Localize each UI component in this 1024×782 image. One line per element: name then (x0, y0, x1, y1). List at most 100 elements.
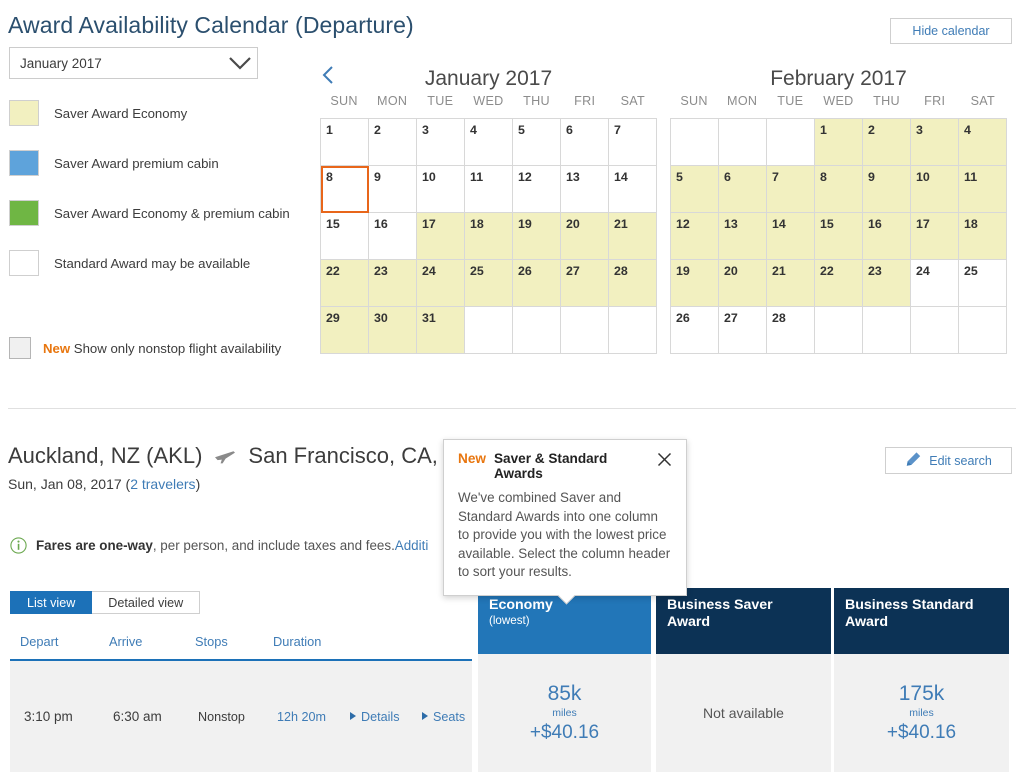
calendar-day-cell[interactable]: 18 (465, 213, 513, 260)
calendar-day-cell[interactable]: 23 (369, 260, 417, 307)
results-table-header: Depart Arrive Stops Duration (10, 632, 472, 661)
calendar-day-cell[interactable]: 9 (369, 166, 417, 213)
calendar-day-cell[interactable]: 2 (369, 119, 417, 166)
calendar-day-cell[interactable]: 21 (767, 260, 815, 307)
calendar-day-cell[interactable]: 5 (671, 166, 719, 213)
calendar-day-cell[interactable]: 23 (863, 260, 911, 307)
calendar-day-cell[interactable]: 7 (767, 166, 815, 213)
nonstop-filter-row[interactable]: New Show only nonstop flight availabilit… (9, 337, 281, 359)
calendar-day-cell[interactable]: 8 (815, 166, 863, 213)
details-link[interactable]: Details (350, 710, 400, 724)
travelers-link[interactable]: 2 travelers (130, 476, 195, 492)
calendar-day-cell[interactable]: 29 (321, 307, 369, 354)
fare-cash: +$40.16 (886, 721, 957, 743)
calendar-grid: 1 2 3 4 5 6 7 8 9 10 11 12 13 14 15 16 17 18 19 20 21 22 23 24 2… (670, 118, 1007, 354)
calendar-day-cell[interactable]: 1 (815, 119, 863, 166)
calendar-day-cell[interactable]: 4 (465, 119, 513, 166)
calendar-day-number: 14 (614, 170, 628, 184)
calendar-day-cell[interactable]: 20 (561, 213, 609, 260)
column-header-depart[interactable]: Depart (20, 634, 58, 649)
calendar-day-cell[interactable]: 7 (609, 119, 657, 166)
tab-list-view[interactable]: List view (10, 591, 93, 614)
calendar-day-cell[interactable]: 4 (959, 119, 1007, 166)
calendar-day-cell[interactable]: 6 (561, 119, 609, 166)
calendar-day-cell[interactable]: 3 (911, 119, 959, 166)
calendar-day-cell[interactable]: 24 (417, 260, 465, 307)
calendar-day-cell[interactable]: 28 (767, 307, 815, 354)
fare-column-header[interactable]: Business Standard Award (834, 588, 1009, 654)
calendar-day-cell[interactable]: 25 (465, 260, 513, 307)
calendar-day-number: 29 (326, 311, 340, 325)
calendar-day-cell[interactable]: 17 (417, 213, 465, 260)
calendar-day-cell[interactable]: 2 (863, 119, 911, 166)
fare-column-business-standard: Business Standard Award 175k miles +$40.16 (834, 588, 1010, 772)
calendar-day-cell[interactable]: 13 (719, 213, 767, 260)
calendar-day-cell[interactable]: 20 (719, 260, 767, 307)
calendar-day-cell[interactable]: 24 (911, 260, 959, 307)
fare-column-header[interactable]: Business Saver Award (656, 588, 831, 654)
calendar-day-cell[interactable]: 17 (911, 213, 959, 260)
calendar-day-cell[interactable]: 8 (321, 166, 369, 213)
edit-search-button[interactable]: Edit search (885, 447, 1012, 474)
calendar-day-cell[interactable]: 26 (513, 260, 561, 307)
day-of-week-label: THU (873, 94, 900, 108)
calendar-day-cell[interactable]: 28 (609, 260, 657, 307)
calendar-day-cell[interactable]: 14 (767, 213, 815, 260)
calendar-day-cell[interactable]: 27 (561, 260, 609, 307)
calendar-day-cell[interactable]: 25 (959, 260, 1007, 307)
calendar-day-cell[interactable]: 13 (561, 166, 609, 213)
seats-link[interactable]: Seats (422, 710, 465, 724)
calendar-day-number: 24 (422, 264, 436, 278)
legend-swatch (9, 100, 39, 126)
calendar-day-number: 13 (724, 217, 738, 231)
calendar-day-number: 22 (820, 264, 834, 278)
month-select-dropdown[interactable]: January 2017 (9, 47, 258, 79)
hide-calendar-button[interactable]: Hide calendar (890, 18, 1012, 44)
calendar-day-cell[interactable]: 15 (815, 213, 863, 260)
calendar-day-cell[interactable]: 15 (321, 213, 369, 260)
calendar-day-cell[interactable]: 14 (609, 166, 657, 213)
calendar-day-cell[interactable]: 10 (417, 166, 465, 213)
calendar-day-cell[interactable]: 9 (863, 166, 911, 213)
calendar-day-cell[interactable]: 11 (465, 166, 513, 213)
calendar-day-cell[interactable]: 16 (863, 213, 911, 260)
close-icon[interactable] (657, 452, 672, 467)
calendar-day-cell[interactable]: 1 (321, 119, 369, 166)
nonstop-checkbox[interactable] (9, 337, 31, 359)
page-title: Award Availability Calendar (Departure) (8, 12, 414, 38)
calendar-day-cell[interactable]: 16 (369, 213, 417, 260)
column-header-duration[interactable]: Duration (273, 634, 321, 649)
calendar-day-cell[interactable]: 18 (959, 213, 1007, 260)
fares-note-link[interactable]: Additi (395, 538, 429, 553)
calendar-day-cell[interactable]: 31 (417, 307, 465, 354)
cell-duration[interactable]: 12h 20m (277, 710, 326, 724)
calendar-day-cell[interactable]: 5 (513, 119, 561, 166)
fare-column-title: Business Saver (667, 597, 773, 613)
calendar-day-cell[interactable]: 30 (369, 307, 417, 354)
table-row[interactable]: 3:10 pm 6:30 am Nonstop 12h 20m Details … (10, 661, 472, 772)
calendar-day-number: 16 (868, 217, 882, 231)
calendar-day-number: 19 (518, 217, 532, 231)
calendar-day-cell[interactable]: 12 (513, 166, 561, 213)
calendar-day-cell[interactable]: 26 (671, 307, 719, 354)
calendar-day-cell[interactable]: 22 (321, 260, 369, 307)
calendar-day-cell[interactable]: 10 (911, 166, 959, 213)
calendar-day-number: 14 (772, 217, 786, 231)
calendar-day-cell[interactable]: 6 (719, 166, 767, 213)
calendar-empty-cell (465, 307, 513, 354)
calendar-day-cell[interactable]: 12 (671, 213, 719, 260)
fare-cell[interactable]: 85k miles +$40.16 (478, 654, 651, 772)
column-header-stops[interactable]: Stops (195, 634, 228, 649)
day-of-week-label: SUN (330, 94, 358, 108)
calendar-day-cell[interactable]: 21 (609, 213, 657, 260)
calendar-day-cell[interactable]: 27 (719, 307, 767, 354)
column-header-arrive[interactable]: Arrive (109, 634, 142, 649)
calendar-day-cell[interactable]: 11 (959, 166, 1007, 213)
calendar-day-cell[interactable]: 3 (417, 119, 465, 166)
calendar-day-cell[interactable]: 19 (513, 213, 561, 260)
calendar-day-cell[interactable]: 22 (815, 260, 863, 307)
tab-detailed-view[interactable]: Detailed view (92, 591, 201, 614)
fare-cell: Not available (656, 654, 831, 772)
calendar-day-cell[interactable]: 19 (671, 260, 719, 307)
fare-cell[interactable]: 175k miles +$40.16 (834, 654, 1009, 772)
